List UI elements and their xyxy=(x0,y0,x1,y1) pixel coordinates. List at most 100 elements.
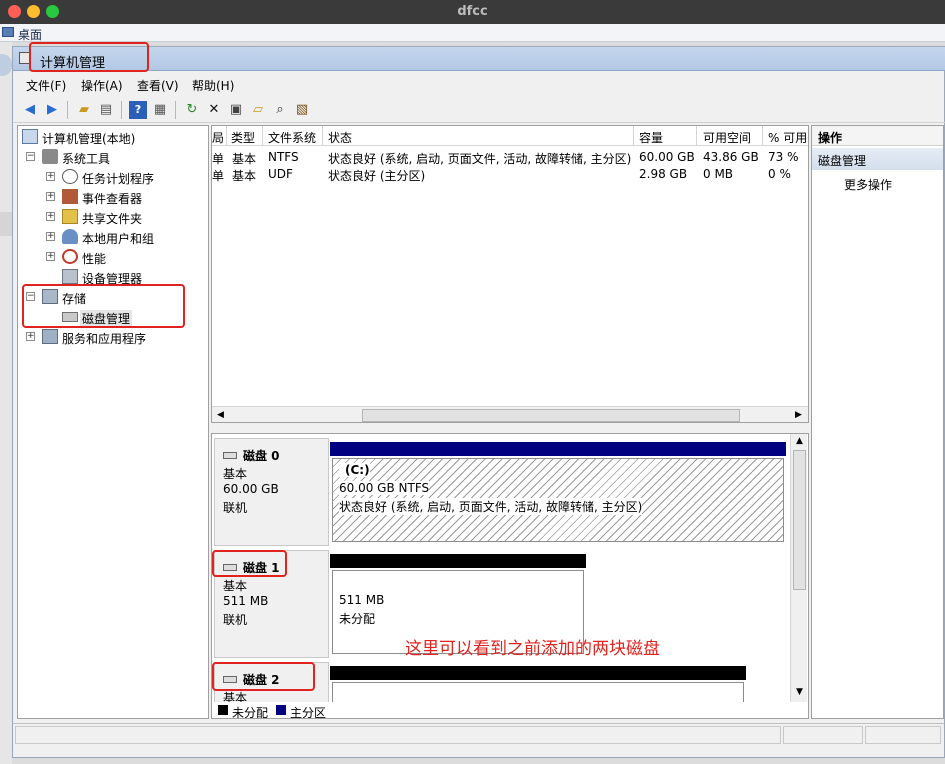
unallocated-swatch xyxy=(218,705,228,715)
disk-state: 联机 xyxy=(223,501,248,515)
cell-type: 基本 xyxy=(232,152,257,166)
performance-icon xyxy=(62,249,78,264)
scrollbar-thumb[interactable] xyxy=(793,450,806,590)
up-folder-icon[interactable]: ▰ xyxy=(75,101,93,119)
back-icon[interactable]: ◀ xyxy=(21,101,39,119)
volume-list-header: 局 类型 文件系统 状态 容量 可用空间 % 可用 xyxy=(212,126,808,146)
disk-0-name: 磁盘 0 xyxy=(223,447,280,464)
actions-header: 操作 xyxy=(812,126,943,146)
tree-item-label: 任务计划程序 xyxy=(82,172,155,186)
tree-item-label: 性能 xyxy=(82,252,107,266)
unallocated-bar xyxy=(330,554,586,568)
menu-file[interactable]: 文件(F) xyxy=(26,77,66,94)
highlight-disk-2 xyxy=(212,662,315,691)
actions-title: 操作 xyxy=(818,131,843,145)
properties-sheet-icon[interactable]: ▣ xyxy=(227,101,245,119)
primary-partition-bar xyxy=(330,442,786,456)
status-bar xyxy=(13,723,944,745)
column-separator[interactable] xyxy=(633,126,634,146)
status-cell xyxy=(15,726,781,744)
column-free-space[interactable]: 可用空间 xyxy=(703,129,751,146)
menu-help[interactable]: 帮助(H) xyxy=(192,77,234,94)
disk-size: 60.00 GB xyxy=(223,482,279,496)
column-percent-free[interactable]: % 可用 xyxy=(768,129,807,146)
remote-desktop-strip: 桌面 xyxy=(0,24,945,42)
highlight-disk-1 xyxy=(212,550,287,577)
forward-icon[interactable]: ▶ xyxy=(43,101,61,119)
vertical-scrollbar[interactable]: ▲ ▼ xyxy=(790,434,807,702)
legend-unallocated: 未分配 xyxy=(232,706,269,719)
scroll-up-icon[interactable]: ▲ xyxy=(793,435,806,448)
device-manager-icon xyxy=(62,269,78,284)
scroll-left-icon[interactable]: ◀ xyxy=(214,409,227,422)
cell-filesystem: NTFS xyxy=(268,150,299,164)
horizontal-scrollbar[interactable]: ◀ ▶ xyxy=(212,406,808,422)
cell-layout: 单 xyxy=(212,169,225,183)
highlight-storage-node xyxy=(22,284,185,328)
desktop-icon xyxy=(2,27,14,37)
clock-icon xyxy=(62,169,78,184)
column-separator[interactable] xyxy=(322,126,323,146)
more-actions-link[interactable]: 更多操作 xyxy=(844,176,892,193)
column-layout[interactable]: 局 xyxy=(212,129,224,146)
scrollbar-thumb[interactable] xyxy=(362,409,740,422)
partition-name: (C:) xyxy=(339,463,370,477)
toolbar-separator xyxy=(121,101,122,119)
properties-icon[interactable]: ▦ xyxy=(151,101,169,119)
column-status[interactable]: 状态 xyxy=(328,129,352,146)
back-arrow-icon[interactable] xyxy=(0,54,12,76)
expand-icon[interactable]: + xyxy=(46,172,55,181)
primary-partition-swatch xyxy=(276,705,286,715)
actions-section-disk-management[interactable]: 磁盘管理 xyxy=(812,148,943,170)
cell-free-space: 43.86 GB xyxy=(703,150,759,164)
open-icon[interactable]: ▱ xyxy=(249,101,267,119)
scroll-right-icon[interactable]: ▶ xyxy=(792,409,805,422)
tree-item-label: 本地用户和组 xyxy=(82,232,155,246)
expand-icon[interactable]: + xyxy=(46,232,55,241)
computer-icon xyxy=(22,129,38,144)
scroll-down-icon[interactable]: ▼ xyxy=(793,686,806,699)
disk-type: 基本 xyxy=(223,579,248,593)
menu-action[interactable]: 操作(A) xyxy=(81,77,123,94)
event-viewer-icon xyxy=(62,189,78,204)
host-title-bar: dfcc xyxy=(0,0,945,24)
legend-primary: 主分区 xyxy=(290,706,327,719)
export-icon[interactable]: ▧ xyxy=(293,101,311,119)
refresh-icon[interactable]: ↻ xyxy=(183,101,201,119)
toolbar-separator xyxy=(175,101,176,119)
actions-section-label: 磁盘管理 xyxy=(818,154,867,168)
column-type[interactable]: 类型 xyxy=(231,129,255,146)
delete-icon[interactable]: ✕ xyxy=(205,101,223,119)
tree-item-label: 事件查看器 xyxy=(82,192,143,206)
column-separator[interactable] xyxy=(226,126,227,146)
expand-icon[interactable]: + xyxy=(26,332,35,341)
host-window-title: dfcc xyxy=(457,4,488,19)
collapse-icon[interactable]: − xyxy=(26,152,35,161)
cell-status: 状态良好 (主分区) xyxy=(328,169,426,183)
column-separator[interactable] xyxy=(762,126,763,146)
expand-icon[interactable]: + xyxy=(46,192,55,201)
partition-c[interactable]: (C:) 60.00 GB NTFS 状态良好 (系统, 启动, 页面文件, 活… xyxy=(332,458,784,542)
cell-layout: 单 xyxy=(212,152,225,166)
expand-icon[interactable]: + xyxy=(46,212,55,221)
column-capacity[interactable]: 容量 xyxy=(639,129,663,146)
column-separator[interactable] xyxy=(696,126,697,146)
volume-list: 局 类型 文件系统 状态 容量 可用空间 % 可用 单 基本 NTFS 状态良好… xyxy=(211,125,809,423)
expand-icon[interactable]: + xyxy=(46,252,55,261)
cell-capacity: 2.98 GB xyxy=(639,167,688,181)
desktop-label[interactable]: 桌面 xyxy=(18,26,42,43)
cell-status: 状态良好 (系统, 启动, 页面文件, 活动, 故障转储, 主分区) xyxy=(328,152,632,166)
column-filesystem[interactable]: 文件系统 xyxy=(268,129,316,146)
services-icon xyxy=(42,329,58,344)
toolbar-separator xyxy=(67,101,68,119)
partition-size: 60.00 GB NTFS xyxy=(339,481,430,495)
search-icon[interactable]: ⌕ xyxy=(271,101,289,119)
show-hide-tree-icon[interactable]: ▤ xyxy=(97,101,115,119)
column-separator[interactable] xyxy=(262,126,263,146)
disk-0-label[interactable]: 磁盘 0 基本 60.00 GB 联机 xyxy=(214,438,329,546)
tools-icon xyxy=(42,149,58,164)
menu-view[interactable]: 查看(V) xyxy=(137,77,179,94)
cell-filesystem: UDF xyxy=(268,167,293,181)
window-title-bar: 计算机管理 xyxy=(13,47,945,71)
help-icon[interactable]: ? xyxy=(129,101,147,119)
